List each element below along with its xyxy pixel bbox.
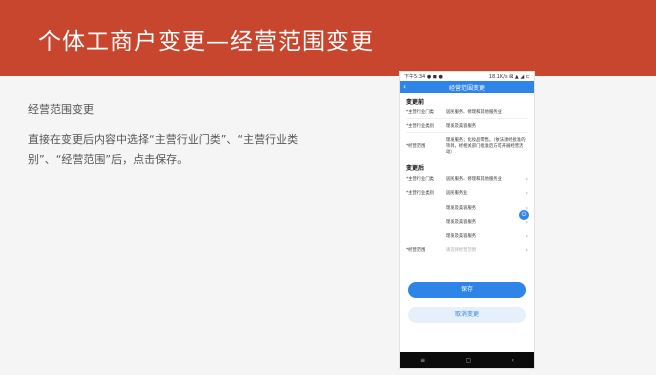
title-banner: 个体工商户变更—经营范围变更	[0, 0, 656, 76]
subheading: 经营范围变更	[28, 103, 94, 116]
before-row-category: *主营行业门类 居民服务、修理和其他服务业	[400, 108, 534, 118]
nav-bar: ‹ 经营范围变更	[400, 81, 534, 93]
row-label: *主营行业门类	[406, 177, 434, 182]
menu-icon[interactable]: ≡	[420, 357, 425, 364]
row-label: *经营范围	[406, 248, 426, 253]
row-value: 理发及美容服务	[446, 206, 477, 211]
cancel-change-button[interactable]: 取消变更	[408, 307, 526, 323]
after-row-type-option[interactable]: 理发及美容服务 ›	[400, 214, 534, 228]
chevron-right-icon: ›	[525, 190, 528, 197]
section-after-title: 变更后	[406, 165, 425, 172]
row-value: 理发及美容服务	[446, 234, 477, 239]
row-label: *主营行业类别	[406, 191, 434, 196]
phone-screenshot: 下午5:34 ● ◼ ● 18.1K/s ⊠ ▲ ◢ ⊏ ‹ 经营范围变更 变更…	[400, 72, 534, 368]
save-button[interactable]: 保存	[408, 282, 526, 298]
chevron-right-icon: ›	[525, 247, 528, 254]
row-value: 理发服务；化妆品零售。（依法须经批准的项目，经相关部门批准后方可开展经营活动）	[446, 138, 526, 155]
after-row-type[interactable]: *主营行业类别 居民服务业 ›	[400, 185, 534, 199]
instruction-text: 直接在变更后内容中选择“主营行业门类”、“主营行业类别”、“经营范围”后，点击保…	[28, 133, 299, 166]
status-indicators: 18.1K/s ⊠ ▲ ◢ ⊏	[488, 73, 530, 80]
chevron-left-icon[interactable]: ‹	[403, 81, 406, 93]
row-label: *主营行业类别	[406, 124, 434, 129]
section-before-title: 变更前	[406, 99, 425, 106]
scope-placeholder: 请选择经营范围	[446, 248, 477, 253]
back-icon[interactable]: ‹	[511, 357, 513, 364]
row-value: 理发及美容服务	[446, 124, 477, 129]
row-value: 理发及美容服务	[446, 220, 477, 225]
after-row-category[interactable]: *主营行业门类 居民服务、修理和其他服务业 ›	[400, 174, 534, 185]
slide-title: 个体工商户变更—经营范围变更	[38, 29, 374, 55]
row-value: 居民服务、修理和其他服务业	[446, 110, 502, 115]
chevron-right-icon: ›	[525, 176, 528, 183]
nav-title: 经营范围变更	[448, 84, 485, 92]
slide: 个体工商户变更—经营范围变更 经营范围变更 直接在变更后内容中选择“主营行业门类…	[0, 0, 656, 375]
status-time: 下午5:34 ● ◼ ●	[404, 74, 443, 80]
before-row-scope: *经营范围 理发服务；化妆品零售。（依法须经批准的项目，经相关部门批准后方可开展…	[400, 133, 534, 158]
before-row-type: *主营行业类别 理发及美容服务	[400, 119, 534, 132]
after-row-scope[interactable]: *经营范围 请选择经营范围 ›	[400, 242, 534, 256]
after-row-type-option[interactable]: 理发及美容服务 ›	[400, 228, 534, 242]
after-row-type-option[interactable]: 理发及美容服务 ›	[400, 199, 534, 214]
power-icon[interactable]: ⏻	[519, 210, 529, 220]
row-label: *主营行业门类	[406, 110, 434, 115]
chevron-right-icon: ›	[525, 233, 528, 240]
chevron-right-icon: ›	[525, 219, 528, 226]
row-label: *经营范围	[406, 144, 426, 149]
status-bar: 下午5:34 ● ◼ ● 18.1K/s ⊠ ▲ ◢ ⊏	[400, 72, 534, 81]
system-nav-bar: ≡ ▢ ‹	[400, 352, 534, 368]
row-value: 居民服务业	[446, 191, 468, 196]
row-value: 居民服务、修理和其他服务业	[446, 177, 502, 182]
home-icon[interactable]: ▢	[465, 357, 471, 364]
